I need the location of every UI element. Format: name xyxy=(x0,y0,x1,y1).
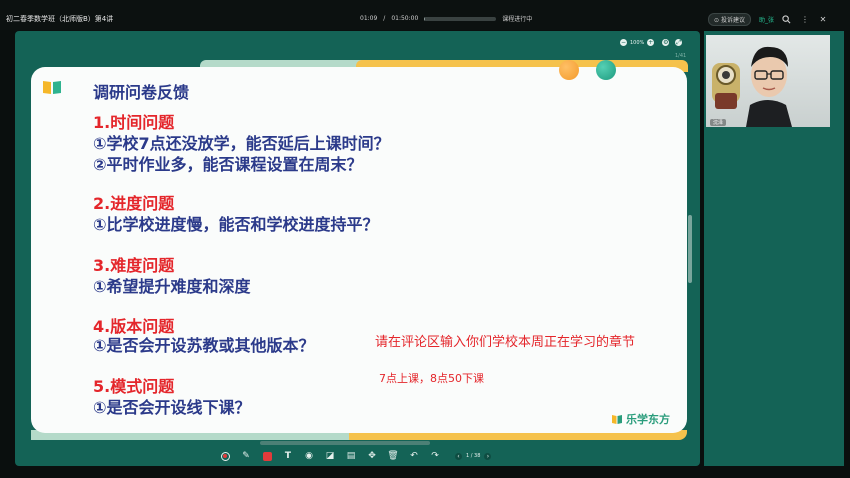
top-bar: 初二春季数学班（北师版B）第4讲 01:09 / 01:50:00 课程进行中 … xyxy=(0,0,850,30)
teacher-video-image xyxy=(712,46,792,127)
page-label: 1 / 38 xyxy=(466,453,481,459)
shape-icon[interactable]: ◉ xyxy=(302,449,316,463)
save-icon[interactable]: ▤ xyxy=(344,449,358,463)
text-icon[interactable]: T xyxy=(281,449,295,463)
section-item: ①是否会开设线下课？ xyxy=(93,398,251,417)
page-indicator: 1/41 xyxy=(675,53,687,59)
top-right-controls: ⊙ 投诉建议 助_张 ⋮ ✕ xyxy=(708,13,828,26)
book-icon xyxy=(43,81,61,94)
section-item: ①希望提升难度和深度 xyxy=(93,277,251,296)
more-icon[interactable]: ⋮ xyxy=(800,15,810,25)
total-time: 01:50:00 xyxy=(391,15,419,22)
assistant-label: 助_张 xyxy=(758,17,774,24)
section-item: ①是否会开设苏教或其他版本？ xyxy=(93,336,315,355)
search-zoom-icon[interactable] xyxy=(782,15,792,25)
section-item: ①比学校进度慢，能否和学校进度持平？ xyxy=(93,215,379,234)
fullscreen-icon[interactable]: ⤢ xyxy=(675,39,683,46)
eraser-icon[interactable]: ◪ xyxy=(323,449,337,463)
slide-title: 调研问卷反馈 xyxy=(93,83,190,102)
vertical-scrollbar[interactable] xyxy=(688,215,692,283)
zoom-out-button[interactable]: − xyxy=(620,39,627,46)
green-ball-decoration xyxy=(596,60,616,80)
stage-header: − 100% + ⚙ ⤢ 1/41 xyxy=(15,31,700,59)
settings-icon[interactable]: ⚙ xyxy=(662,39,670,46)
class-progress-fill xyxy=(424,16,425,21)
elapsed-time: 01:09 xyxy=(360,15,378,22)
page-navigator: ‹ 1 / 38 › xyxy=(455,452,492,460)
pen-icon[interactable]: ✎ xyxy=(239,449,253,463)
zoom-level: 100% xyxy=(630,39,645,46)
drawing-toolbar: ✎ T ◉ ◪ ▤ ✥ 🗑 ↶ ↷ ‹ 1 / 38 › xyxy=(218,448,498,464)
redo-icon[interactable]: ↷ xyxy=(428,449,442,463)
annotation-text: 7点上课，8点50下课 xyxy=(379,372,484,385)
close-icon[interactable]: ✕ xyxy=(818,15,828,25)
report-button-label: 投诉建议 xyxy=(720,17,745,24)
teacher-camera: 沈泽 xyxy=(706,35,830,127)
report-icon: ⊙ xyxy=(714,17,720,24)
prev-page-button[interactable]: ‹ xyxy=(455,452,462,460)
teacher-name: 沈泽 xyxy=(710,119,727,126)
record-icon[interactable] xyxy=(218,449,232,463)
brand-logo-icon xyxy=(612,415,622,424)
color-icon[interactable] xyxy=(260,449,274,463)
brand-logo-text: 乐学东方 xyxy=(626,413,670,426)
report-button[interactable]: ⊙ 投诉建议 xyxy=(708,13,751,26)
zoom-in-button[interactable]: + xyxy=(647,39,655,46)
horizontal-scrollbar[interactable] xyxy=(260,441,430,445)
next-page-button[interactable]: › xyxy=(484,452,492,460)
zoom-control: − 100% + ⚙ ⤢ xyxy=(620,39,683,46)
class-status: 课程进行中 xyxy=(502,16,533,23)
orange-ball-decoration xyxy=(559,60,579,80)
section-item: ②平时作业多，能否课程设置在周末？ xyxy=(93,155,363,174)
course-title: 初二春季数学班（北师版B）第4讲 xyxy=(6,15,114,23)
undo-icon[interactable]: ↶ xyxy=(407,449,421,463)
class-timer: 01:09 / 01:50:00 课程进行中 xyxy=(360,15,533,23)
brand-logo: 乐学东方 xyxy=(611,411,670,427)
comment-prompt: 请在评论区输入你们学校本周正在学习的章节 xyxy=(375,335,636,350)
delete-icon[interactable]: 🗑 xyxy=(386,449,400,463)
move-icon[interactable]: ✥ xyxy=(365,449,379,463)
class-progress-bar xyxy=(424,16,497,21)
